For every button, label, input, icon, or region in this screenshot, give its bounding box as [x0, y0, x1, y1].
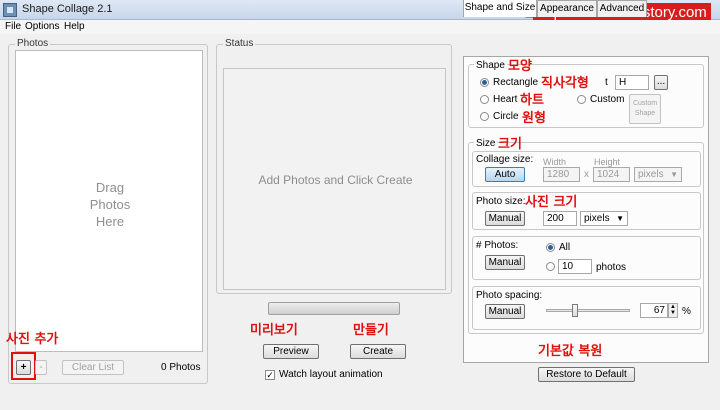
count-photos-radio[interactable] — [546, 262, 555, 271]
drag-hint: Drag Photos Here — [16, 179, 204, 230]
collage-auto-button[interactable]: Auto — [485, 167, 525, 182]
tab-advanced[interactable]: Advanced — [597, 0, 647, 17]
num-photos-input[interactable]: 10 — [558, 259, 592, 274]
browse-shape-button[interactable]: ... — [654, 75, 668, 90]
photo-size-unit-value: pixels — [584, 213, 610, 224]
preview-button[interactable]: Preview — [263, 344, 319, 359]
status-display: Add Photos and Click Create — [223, 68, 446, 290]
add-photo-button[interactable]: + — [16, 360, 31, 375]
watch-animation-checkbox[interactable]: ✓ — [265, 370, 275, 380]
photo-size-manual-button[interactable]: Manual — [485, 211, 525, 226]
tab-appearance[interactable]: Appearance — [537, 0, 597, 17]
annotation-circle: 원형 — [522, 111, 546, 126]
restore-default-button[interactable]: Restore to Default — [538, 367, 635, 382]
times-sign: x — [584, 169, 589, 180]
heart-radio[interactable] — [480, 95, 489, 104]
heart-label: Heart — [493, 94, 518, 105]
collage-height-input[interactable]: 1024 — [593, 167, 630, 182]
custom-label: Custom — [590, 94, 625, 105]
annotation-photo-size: 사진 크기 — [525, 195, 578, 210]
annotation-size: 크기 — [498, 137, 522, 152]
clear-list-button[interactable]: Clear List — [62, 360, 124, 375]
custom-shape-button[interactable]: Custom Shape — [629, 94, 661, 124]
status-group-label: Status — [223, 38, 256, 49]
num-photos-label: # Photos: — [476, 240, 519, 251]
photos-word: photos — [596, 262, 627, 273]
spacing-slider-track[interactable] — [546, 309, 630, 312]
num-photos-manual-button[interactable]: Manual — [485, 255, 525, 270]
photo-size-unit-select[interactable]: pixels ▼ — [580, 211, 628, 226]
spacing-manual-button[interactable]: Manual — [485, 304, 525, 319]
height-label: Height — [594, 157, 621, 167]
drag-hint-line3: Here — [95, 214, 125, 229]
photo-count: 0 Photos — [161, 362, 201, 373]
all-photos-radio[interactable] — [546, 243, 555, 252]
status-message: Add Photos and Click Create — [258, 173, 413, 187]
collage-unit-value: pixels — [638, 169, 664, 180]
circle-label: Circle — [493, 111, 519, 122]
remove-photo-button[interactable]: - — [35, 360, 47, 375]
menu-options[interactable]: Options — [25, 21, 59, 32]
photo-size-label: Photo size: — [476, 196, 526, 207]
collage-unit-select[interactable]: pixels ▼ — [634, 167, 682, 182]
rectangle-label: Rectangle — [493, 77, 539, 88]
text-shape-label: t — [605, 77, 608, 88]
custom-shape-line1: Custom — [632, 100, 658, 107]
photo-drop-area[interactable]: Drag Photos Here — [15, 50, 203, 352]
circle-radio[interactable] — [480, 112, 489, 121]
spacing-label: Photo spacing: — [476, 290, 543, 301]
tab-shape-and-size[interactable]: Shape and Size — [463, 0, 537, 17]
menu-bar: File Options Help — [0, 20, 720, 34]
drag-hint-line2: Photos — [89, 197, 131, 212]
progress-bar — [268, 302, 400, 315]
chevron-down-icon: ▼ — [670, 170, 678, 179]
spacing-slider-thumb[interactable] — [572, 304, 578, 317]
menu-help[interactable]: Help — [64, 21, 85, 32]
photos-group-label: Photos — [15, 38, 51, 49]
custom-shape-line2: Shape — [634, 110, 656, 117]
create-button[interactable]: Create — [350, 344, 406, 359]
percent-sign: % — [682, 306, 691, 317]
all-photos-label: All — [559, 242, 571, 253]
menu-file[interactable]: File — [5, 21, 21, 32]
custom-radio[interactable] — [577, 95, 586, 104]
annotation-create: 만들기 — [353, 323, 389, 338]
annotation-add-photo: 사진 추가 — [6, 332, 59, 347]
annotation-restore: 기본값 복원 — [538, 344, 603, 359]
spacing-spinner[interactable]: ▲ ▼ — [668, 303, 678, 318]
chevron-down-icon: ▼ — [616, 214, 624, 223]
annotation-preview: 미리보기 — [250, 323, 298, 338]
shape-title: Shape — [474, 60, 507, 71]
drag-hint-line1: Drag — [95, 180, 125, 195]
window-title: Shape Collage 2.1 — [22, 3, 113, 15]
rectangle-radio[interactable] — [480, 78, 489, 87]
annotation-shape: 모양 — [508, 59, 532, 74]
size-title: Size — [474, 138, 498, 149]
annotation-rectangle: 직사각형 — [541, 76, 589, 91]
text-shape-input[interactable]: H — [615, 75, 649, 90]
photo-size-input[interactable]: 200 — [543, 211, 577, 226]
annotation-heart: 하트 — [520, 93, 544, 108]
collage-size-label: Collage size: — [476, 154, 534, 165]
app-icon — [3, 3, 17, 17]
width-label: Width — [543, 157, 567, 167]
watch-animation-label: Watch layout animation — [279, 369, 383, 380]
collage-width-input[interactable]: 1280 — [543, 167, 580, 182]
spacing-input[interactable]: 67 — [640, 303, 668, 318]
